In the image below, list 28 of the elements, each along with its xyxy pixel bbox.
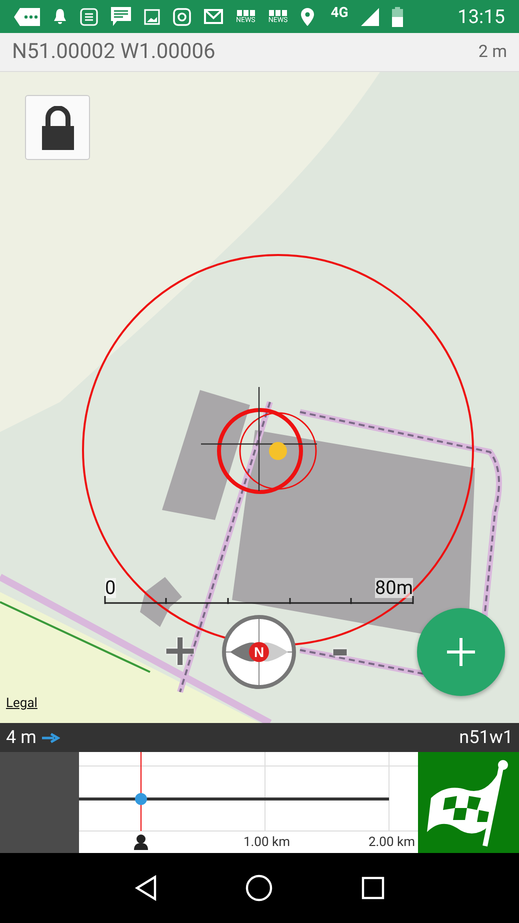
- list-icon: [80, 8, 98, 26]
- padlock-icon: [40, 106, 76, 150]
- legal-link[interactable]: Legal: [6, 696, 38, 711]
- plus-icon: [445, 636, 477, 668]
- distance-tick: 2.00 km: [368, 835, 415, 850]
- bell-icon: [53, 8, 67, 25]
- mail-icon: [204, 9, 223, 24]
- signal-icon: [361, 8, 380, 26]
- distance: 4 m: [6, 727, 36, 748]
- scale-end: 80m: [374, 578, 413, 598]
- image-icon: [144, 8, 160, 24]
- distance-tick: 1.00 km: [243, 835, 290, 850]
- camera-icon: [173, 8, 191, 26]
- waypoint-name: n51w1: [459, 727, 513, 748]
- scale-start: 0: [105, 578, 116, 598]
- accuracy: 2 m: [478, 42, 507, 62]
- clock: 13:15: [458, 5, 505, 28]
- arrow-icon: [42, 732, 60, 742]
- lock-button[interactable]: [25, 95, 90, 160]
- coordinates: N51.00002 W1.00006: [12, 40, 216, 64]
- person-icon: [134, 834, 148, 850]
- battery-icon: [392, 6, 404, 26]
- message-icon: [111, 6, 131, 26]
- zoom-out-button[interactable]: -: [320, 628, 360, 674]
- finish-flag-button[interactable]: [418, 752, 519, 853]
- location-pin-icon: [300, 8, 314, 26]
- zoom-in-button[interactable]: +: [160, 628, 200, 674]
- network-type: 4G: [330, 4, 348, 20]
